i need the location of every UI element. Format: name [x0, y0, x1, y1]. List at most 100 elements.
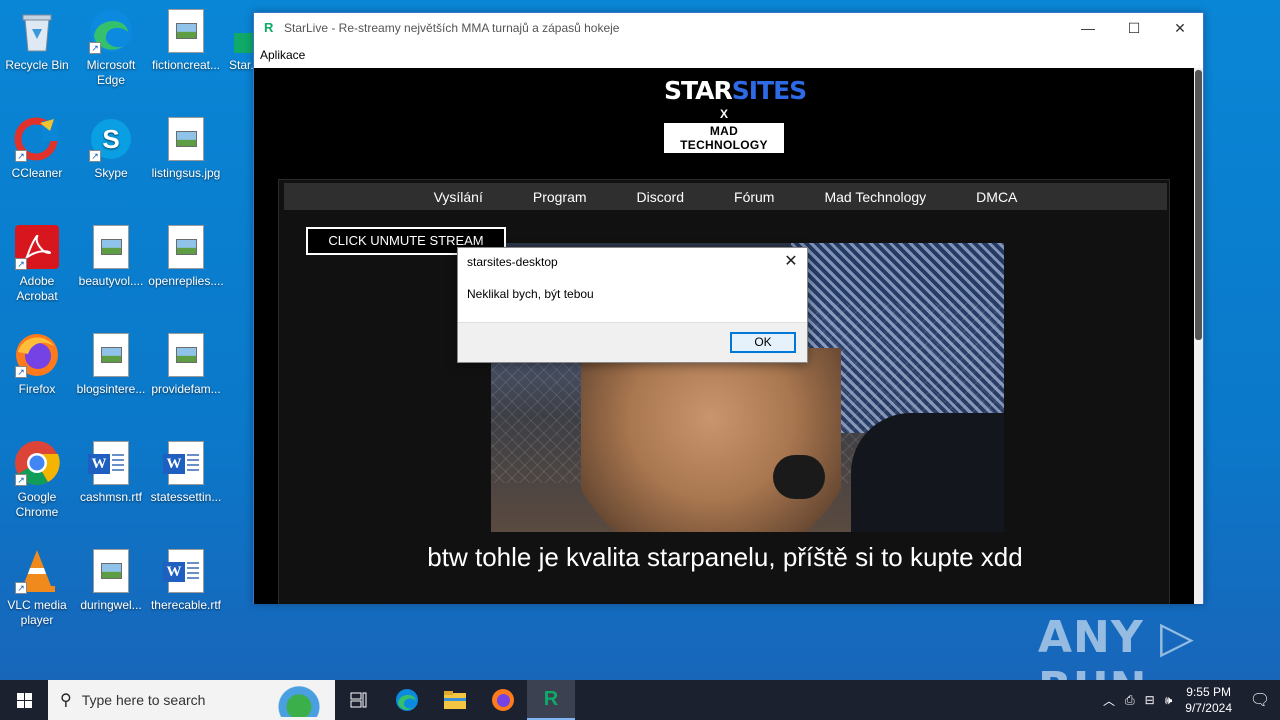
desktop-icon-file-fictioncreat[interactable]: fictioncreat...: [148, 8, 224, 73]
message-dialog: starsites-desktop ✕ Neklikal bych, být t…: [457, 247, 808, 363]
tray-volume-icon[interactable]: 🕪: [1160, 693, 1178, 708]
nav-forum[interactable]: Fórum: [709, 189, 799, 205]
taskbar-edge[interactable]: [383, 680, 431, 720]
scrollbar-thumb[interactable]: [1195, 70, 1202, 340]
image-file-icon: [162, 8, 210, 54]
task-view-button[interactable]: [335, 680, 383, 720]
word-document-icon: W: [87, 440, 135, 486]
dialog-footer: OK: [458, 322, 807, 362]
desktop-icon-google-chrome[interactable]: ↗ Google Chrome: [0, 440, 75, 520]
maximize-button[interactable]: ☐: [1111, 13, 1157, 43]
firefox-icon: [492, 689, 514, 711]
starlive-app-icon: R: [264, 20, 274, 35]
search-placeholder: Type here to search: [81, 692, 206, 708]
desktop-icon-microsoft-edge[interactable]: ↗ Microsoft Edge: [73, 8, 149, 88]
recycle-bin-icon: [13, 8, 61, 54]
site-frame: Vysílání Program Discord Fórum Mad Techn…: [278, 179, 1170, 604]
desktop-icon-file-duringwel[interactable]: duringwel...: [73, 548, 149, 613]
desktop-icon-adobe-acrobat[interactable]: ↗ Adobe Acrobat: [0, 224, 75, 304]
dialog-message: Neklikal bych, být tebou: [467, 287, 594, 301]
nav-discord[interactable]: Discord: [612, 189, 709, 205]
logo-starsites-text: STARSITES: [664, 76, 807, 105]
system-tray: ︿ ⎙ ⊟ 🕪 9:55 PM 9/7/2024 🗨: [1098, 680, 1280, 720]
taskbar-clock[interactable]: 9:55 PM 9/7/2024: [1177, 684, 1240, 716]
shortcut-arrow-icon: ↗: [15, 366, 27, 378]
shortcut-arrow-icon: ↗: [15, 258, 27, 270]
minimize-button[interactable]: —: [1065, 13, 1111, 43]
tray-chevron-up-icon[interactable]: ︿: [1098, 692, 1120, 709]
vlc-icon: ↗: [13, 548, 61, 594]
window-titlebar[interactable]: R StarLive - Re-streamy největších MMA t…: [254, 13, 1203, 43]
desktop-icon-file-therecable[interactable]: W therecable.rtf: [148, 548, 224, 613]
search-highlight-icon: [269, 683, 329, 717]
search-icon: ⚲: [60, 692, 72, 709]
site-nav: Vysílání Program Discord Fórum Mad Techn…: [284, 183, 1167, 210]
desktop-icon-file-blogsintere[interactable]: blogsintere...: [73, 332, 149, 397]
tray-network-icon[interactable]: ⊟: [1140, 693, 1160, 707]
skype-icon: S ↗: [87, 116, 135, 162]
edge-icon: ↗: [87, 8, 135, 54]
word-document-icon: W: [162, 440, 210, 486]
desktop-icon-skype[interactable]: S ↗ Skype: [73, 116, 149, 181]
image-file-icon: [87, 332, 135, 378]
taskbar: ⚲ Type here to search R ︿ ⎙ ⊟ 🕪 9:55 PM …: [0, 680, 1280, 720]
taskbar-firefox[interactable]: [479, 680, 527, 720]
task-view-icon: [350, 692, 367, 708]
edge-icon: [396, 689, 418, 711]
desktop-icon-file-beautyvol[interactable]: beautyvol....: [73, 224, 149, 289]
close-button[interactable]: ✕: [1157, 13, 1203, 43]
desktop-icon-recycle-bin[interactable]: Recycle Bin: [0, 8, 75, 73]
desktop-icon-file-openreplies[interactable]: openreplies....: [148, 224, 224, 289]
dialog-ok-button[interactable]: OK: [730, 332, 796, 353]
window-title: StarLive - Re-streamy největších MMA tur…: [284, 21, 620, 35]
chrome-icon: ↗: [13, 440, 61, 486]
taskbar-file-explorer[interactable]: [431, 680, 479, 720]
folder-icon: [444, 691, 466, 709]
shortcut-arrow-icon: ↗: [15, 582, 27, 594]
desktop-icon-file-statessettin[interactable]: W statessettin...: [148, 440, 224, 505]
shortcut-arrow-icon: ↗: [15, 150, 27, 162]
image-file-icon: [162, 224, 210, 270]
shortcut-arrow-icon: ↗: [15, 474, 27, 486]
firefox-icon: ↗: [13, 332, 61, 378]
logo-x: X: [719, 107, 728, 121]
image-file-icon: [162, 116, 210, 162]
desktop-icon-file-providefam[interactable]: providefam...: [148, 332, 224, 397]
dialog-close-button[interactable]: ✕: [781, 252, 801, 272]
desktop-icon-ccleaner[interactable]: ↗ CCleaner: [0, 116, 75, 181]
video-subtitle: btw tohle je kvalita starpanelu, příště …: [427, 542, 1023, 572]
clock-time: 9:55 PM: [1186, 685, 1231, 699]
shortcut-arrow-icon: ↗: [89, 150, 101, 162]
nav-dmca[interactable]: DMCA: [951, 189, 1042, 205]
windows-logo-icon: [16, 692, 32, 708]
desktop-icon-file-cashmsn[interactable]: W cashmsn.rtf: [73, 440, 149, 505]
taskbar-search[interactable]: ⚲ Type here to search: [48, 680, 335, 720]
starsites-logo: STARSITES X MAD TECHNOLOGY: [664, 76, 807, 154]
microphone-icon: [773, 455, 825, 499]
image-file-icon: [87, 548, 135, 594]
desktop-icon-vlc[interactable]: ↗ VLC media player: [0, 548, 75, 628]
desktop-icon-file-listingsus[interactable]: listingsus.jpg: [148, 116, 224, 181]
menu-aplikace[interactable]: Aplikace: [254, 43, 1203, 67]
nav-vysilani[interactable]: Vysílání: [409, 189, 508, 205]
ccleaner-icon: ↗: [13, 116, 61, 162]
taskbar-starlive[interactable]: R: [527, 680, 575, 720]
start-button[interactable]: [0, 680, 48, 720]
notification-center-icon[interactable]: 🗨: [1240, 690, 1280, 710]
image-file-icon: [87, 224, 135, 270]
desktop-icon-starlive[interactable]: Star...: [222, 8, 254, 73]
logo-mad-technology: MAD TECHNOLOGY: [664, 123, 784, 153]
nav-mad-technology[interactable]: Mad Technology: [799, 189, 951, 205]
clock-date: 9/7/2024: [1185, 701, 1232, 715]
word-document-icon: W: [162, 548, 210, 594]
adobe-acrobat-icon: ↗: [13, 224, 61, 270]
image-file-icon: [162, 332, 210, 378]
dialog-title: starsites-desktop: [467, 255, 558, 269]
nav-program[interactable]: Program: [508, 189, 612, 205]
starlive-icon: [234, 8, 254, 54]
shortcut-arrow-icon: ↗: [89, 42, 101, 54]
starlive-app-icon: R: [543, 687, 559, 710]
desktop-icon-firefox[interactable]: ↗ Firefox: [0, 332, 75, 397]
content-scrollbar[interactable]: [1194, 68, 1203, 604]
tray-device-icon[interactable]: ⎙: [1120, 693, 1140, 708]
